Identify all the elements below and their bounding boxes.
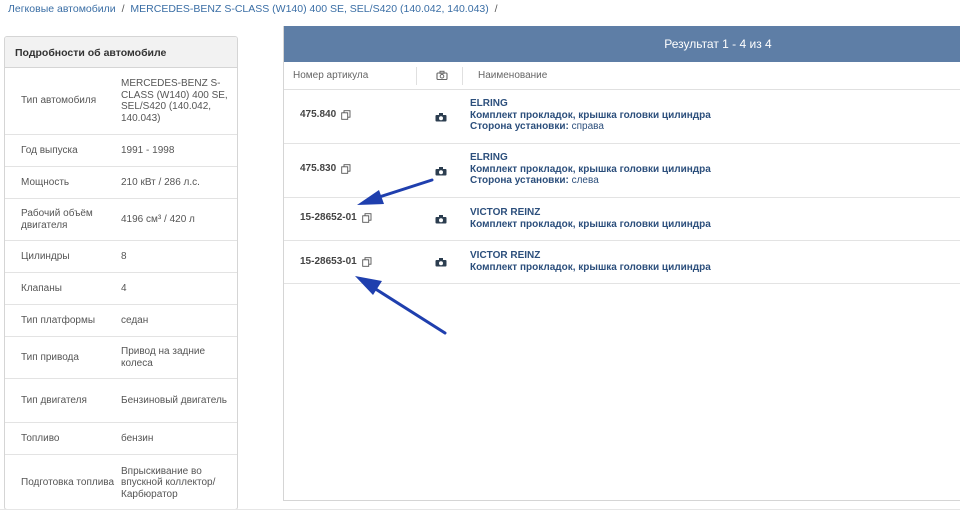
vehicle-details-title: Подробности об автомобиле bbox=[5, 37, 237, 68]
detail-row-displacement: Рабочий объём двигателя 4196 см³ / 420 л bbox=[5, 199, 237, 241]
result-row[interactable]: 475.840 ELRING Комплект прокладок, крышк… bbox=[284, 90, 960, 144]
result-row[interactable]: 15-28652-01 VICTOR REINZ Комплект прокла… bbox=[284, 198, 960, 241]
article-number[interactable]: 15-28653-01 bbox=[300, 256, 372, 267]
part-description[interactable]: Комплект прокладок, крышка головки цилин… bbox=[470, 164, 711, 176]
installation-side-value: справа bbox=[571, 121, 604, 132]
part-description[interactable]: Комплект прокладок, крышка головки цилин… bbox=[470, 110, 711, 122]
vehicle-details-panel: Подробности об автомобиле Тип автомобиля… bbox=[4, 36, 238, 510]
article-number-text[interactable]: 15-28653-01 bbox=[300, 256, 357, 267]
installation-side-label: Сторона установки: bbox=[470, 175, 569, 186]
results-count: Результат 1 - 4 из 4 bbox=[284, 26, 960, 62]
article-number[interactable]: 475.830 bbox=[300, 163, 351, 174]
installation-side-value: слева bbox=[571, 175, 599, 186]
part-description[interactable]: Комплект прокладок, крышка головки цилин… bbox=[470, 262, 711, 274]
article-number-text[interactable]: 475.830 bbox=[300, 163, 336, 174]
copy-icon[interactable] bbox=[341, 109, 351, 120]
article-number-text[interactable]: 15-28652-01 bbox=[300, 212, 357, 223]
breadcrumb-vehicle[interactable]: MERCEDES-BENZ S-CLASS (W140) 400 SE, SEL… bbox=[130, 3, 488, 15]
detail-key: Топливо bbox=[21, 432, 60, 444]
results-column-headers: Номер артикула Наименование bbox=[284, 62, 960, 90]
detail-row-engine-type: Тип двигателя Бензиновый двигатель bbox=[5, 379, 237, 423]
part-name[interactable]: VICTOR REINZ Комплект прокладок, крышка … bbox=[470, 250, 711, 273]
detail-value: Привод на задние колеса bbox=[121, 346, 206, 369]
detail-row-valves: Клапаны 4 bbox=[5, 273, 237, 305]
breadcrumb-separator: / bbox=[494, 3, 498, 15]
detail-key: Клапаны bbox=[21, 282, 62, 294]
camera-icon[interactable] bbox=[435, 112, 447, 122]
breadcrumb-separator: / bbox=[121, 3, 125, 15]
detail-value: MERCEDES-BENZ S-CLASS (W140) 400 SE, SEL… bbox=[121, 78, 228, 124]
detail-row-vehicle-type: Тип автомобиля MERCEDES-BENZ S-CLASS (W1… bbox=[5, 68, 237, 135]
detail-key: Тип платформы bbox=[21, 314, 96, 326]
detail-row-body-type: Тип платформы седан bbox=[5, 305, 237, 337]
result-row[interactable]: 15-28653-01 VICTOR REINZ Комплект прокла… bbox=[284, 241, 960, 284]
detail-key: Подготовка топлива bbox=[21, 477, 115, 489]
detail-key: Тип привода bbox=[21, 351, 79, 363]
detail-key: Тип двигателя bbox=[21, 394, 87, 406]
detail-row-drive-type: Тип привода Привод на задние колеса bbox=[5, 337, 237, 379]
result-row[interactable]: 475.830 ELRING Комплект прокладок, крышк… bbox=[284, 144, 960, 198]
breadcrumb-passenger-cars[interactable]: Легковые автомобили bbox=[8, 3, 116, 15]
column-article-number[interactable]: Номер артикула bbox=[293, 70, 368, 81]
copy-icon[interactable] bbox=[361, 212, 372, 223]
article-number[interactable]: 475.840 bbox=[300, 109, 351, 120]
detail-key: Мощность bbox=[21, 176, 70, 188]
detail-value: 1991 - 1998 bbox=[121, 144, 175, 156]
detail-value: седан bbox=[121, 314, 149, 326]
part-brand: ELRING bbox=[470, 98, 508, 109]
article-number[interactable]: 15-28652-01 bbox=[300, 212, 372, 223]
part-brand: VICTOR REINZ bbox=[470, 207, 541, 218]
detail-row-fuel: Топливо бензин bbox=[5, 423, 237, 455]
detail-row-year: Год выпуска 1991 - 1998 bbox=[5, 135, 237, 167]
part-name[interactable]: ELRING Комплект прокладок, крышка головк… bbox=[470, 98, 711, 133]
part-brand: VICTOR REINZ bbox=[470, 250, 541, 261]
part-brand: ELRING bbox=[470, 152, 508, 163]
copy-icon[interactable] bbox=[361, 256, 372, 267]
camera-icon[interactable] bbox=[435, 214, 447, 224]
detail-value: 4 bbox=[121, 282, 127, 294]
detail-value: Впрыскивание во впускной коллектор/ Карб… bbox=[121, 465, 216, 500]
detail-row-power: Мощность 210 кВт / 286 л.с. bbox=[5, 167, 237, 199]
copy-icon[interactable] bbox=[341, 163, 351, 174]
camera-icon[interactable] bbox=[435, 257, 447, 267]
detail-value: Бензиновый двигатель bbox=[121, 394, 228, 406]
part-installation-side: Сторона установки: справа bbox=[470, 121, 711, 133]
bottom-divider bbox=[0, 509, 960, 510]
column-name[interactable]: Наименование bbox=[478, 70, 547, 81]
camera-icon[interactable] bbox=[435, 166, 447, 176]
detail-key: Цилиндры bbox=[21, 250, 70, 262]
part-description[interactable]: Комплект прокладок, крышка головки цилин… bbox=[470, 219, 711, 231]
part-name[interactable]: ELRING Комплект прокладок, крышка головк… bbox=[470, 152, 711, 187]
part-installation-side: Сторона установки: слева bbox=[470, 175, 711, 187]
detail-value: бензин bbox=[121, 432, 154, 444]
detail-value: 4196 см³ / 420 л bbox=[121, 213, 195, 225]
detail-key: Год выпуска bbox=[21, 144, 78, 156]
detail-key: Рабочий объём двигателя bbox=[21, 208, 93, 231]
detail-value: 210 кВт / 286 л.с. bbox=[121, 176, 200, 188]
part-name[interactable]: VICTOR REINZ Комплект прокладок, крышка … bbox=[470, 207, 711, 230]
column-divider bbox=[462, 67, 463, 85]
breadcrumb: Легковые автомобили / MERCEDES-BENZ S-CL… bbox=[8, 3, 501, 15]
detail-value: 8 bbox=[121, 250, 127, 262]
installation-side-label: Сторона установки: bbox=[470, 121, 569, 132]
detail-key: Тип автомобиля bbox=[21, 95, 97, 107]
article-number-text[interactable]: 475.840 bbox=[300, 109, 336, 120]
column-divider bbox=[416, 67, 417, 85]
results-panel: Результат 1 - 4 из 4 Номер артикула Наим… bbox=[283, 26, 960, 501]
camera-icon bbox=[436, 70, 448, 81]
detail-row-cylinders: Цилиндры 8 bbox=[5, 241, 237, 273]
detail-row-fuel-preparation: Подготовка топлива Впрыскивание во впуск… bbox=[5, 455, 237, 509]
